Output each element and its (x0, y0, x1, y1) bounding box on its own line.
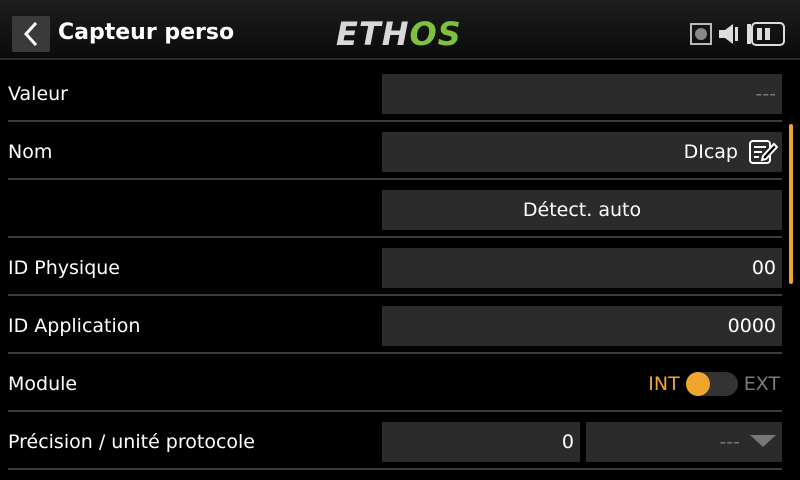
row-detect: Détect. auto (0, 182, 782, 238)
status-icons (690, 20, 786, 48)
row-divider (8, 178, 782, 180)
row-precision: Précision / unité protocole 0 --- (0, 414, 782, 470)
module-toggle[interactable]: INT EXT (648, 356, 780, 412)
unit-dropdown[interactable]: --- (586, 422, 782, 462)
ethos-logo: ETHOS (336, 14, 462, 54)
nom-label: Nom (8, 141, 53, 163)
row-divider (8, 294, 782, 296)
id-physique-field[interactable]: 00 (382, 248, 782, 288)
toggle-switch[interactable] (685, 372, 738, 396)
row-nom: Nom DIcap (0, 124, 782, 180)
id-application-field[interactable]: 0000 (382, 306, 782, 346)
page-title: Capteur perso (58, 20, 235, 45)
precision-label: Précision / unité protocole (8, 431, 255, 453)
detect-auto-button[interactable]: Détect. auto (382, 190, 782, 230)
valeur-label: Valeur (8, 83, 68, 105)
row-module: Module INT EXT (0, 356, 782, 412)
row-divider (8, 468, 782, 470)
row-divider (8, 120, 782, 122)
row-divider (8, 236, 782, 238)
row-divider (8, 352, 782, 354)
toggle-knob (685, 372, 710, 396)
battery-icon (747, 22, 785, 46)
sd-card-icon (690, 23, 712, 45)
header-bar: Capteur perso ETHOS (0, 0, 800, 60)
id-application-label: ID Application (8, 315, 141, 337)
row-id-physique: ID Physique 00 (0, 240, 782, 296)
speaker-icon (719, 24, 738, 44)
logo-os: OS (409, 15, 462, 53)
row-divider (8, 410, 782, 412)
valeur-value: --- (382, 74, 782, 114)
precision-field[interactable]: 0 (382, 422, 580, 462)
back-arrow-icon (23, 21, 38, 47)
row-valeur: Valeur --- (0, 66, 782, 122)
back-button[interactable] (12, 16, 50, 52)
nom-value: DIcap (683, 141, 738, 163)
toggle-int-label: INT (648, 373, 680, 395)
logo-eth: ETH (336, 15, 410, 53)
toggle-ext-label: EXT (743, 373, 780, 395)
nom-field[interactable]: DIcap (382, 132, 782, 172)
dropdown-arrow-icon (750, 435, 776, 447)
unit-value: --- (719, 431, 740, 453)
id-physique-label: ID Physique (8, 257, 120, 279)
module-label: Module (8, 373, 78, 395)
row-id-application: ID Application 0000 (0, 298, 782, 354)
edit-icon (749, 140, 778, 164)
scroll-indicator[interactable] (789, 124, 793, 284)
